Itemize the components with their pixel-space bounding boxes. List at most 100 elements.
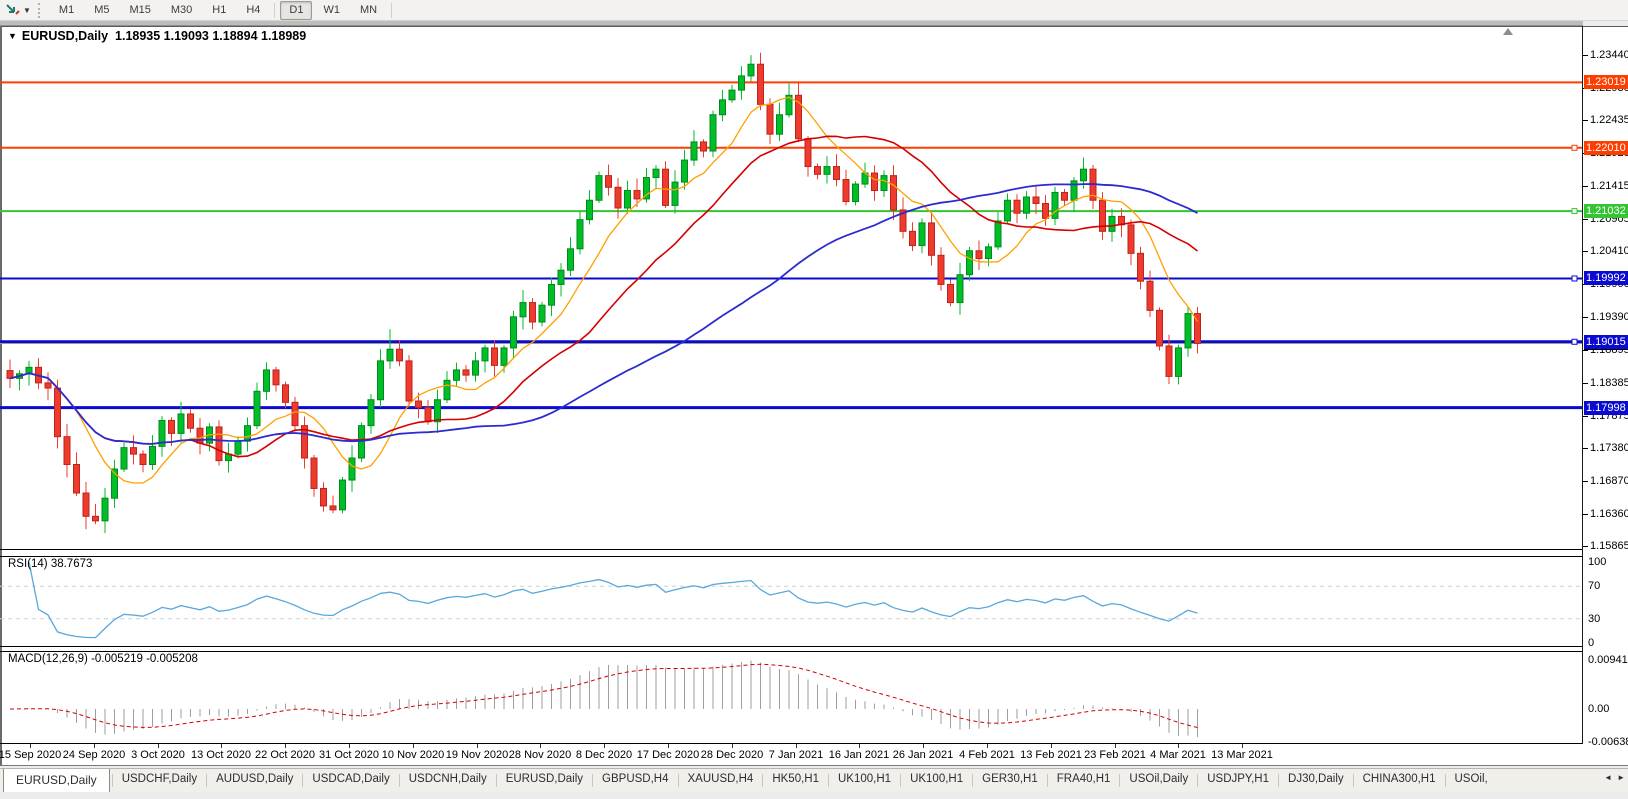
macd-signal-line	[10, 664, 1198, 727]
date-axis-tick	[732, 744, 733, 748]
tab-uk100-h1[interactable]: UK100,H1	[829, 769, 900, 789]
tab-eurusd-daily[interactable]: EURUSD,Daily	[497, 769, 592, 789]
macd-axis-label: -0.006386	[1588, 735, 1628, 749]
macd-panel-canvas[interactable]	[0, 651, 1582, 744]
date-label: 23 Feb 2021	[1084, 749, 1146, 761]
timeframe-button-m1[interactable]: M1	[50, 1, 83, 20]
date-label: 15 Sep 2020	[0, 749, 61, 761]
tab-eurusd-daily-active[interactable]: EURUSD,Daily	[3, 768, 110, 792]
hline-price-label-1.21032: 1.21032	[1584, 204, 1628, 218]
tab-usdcad-daily[interactable]: USDCAD,Daily	[303, 769, 398, 789]
tab-china300-h1[interactable]: CHINA300,H1	[1354, 769, 1445, 789]
tab-usdcnh-daily[interactable]: USDCNH,Daily	[400, 769, 496, 789]
tab-gbpusd-h4[interactable]: GBPUSD,H4	[593, 769, 677, 789]
price-axis-line	[1582, 26, 1583, 744]
date-axis-tick	[30, 744, 31, 748]
hline-handle-1.19015[interactable]	[1572, 339, 1577, 344]
tab-scroll-right-icon[interactable]: ►	[1617, 773, 1625, 782]
tab-usdchf-daily[interactable]: USDCHF,Daily	[113, 769, 206, 789]
date-axis-tick	[540, 744, 541, 748]
price-grid-label: 1.18385	[1590, 376, 1628, 390]
tab-fra40-h1[interactable]: FRA40,H1	[1048, 769, 1120, 789]
tab-audusd-daily[interactable]: AUDUSD,Daily	[207, 769, 302, 789]
chart-ohlc-values: 1.18935 1.19093 1.18894 1.18989	[115, 29, 306, 43]
tab-dj30-daily[interactable]: DJ30,Daily	[1279, 769, 1353, 789]
chart-symbol-period: EURUSD,Daily	[22, 29, 108, 43]
price-grid-label: 1.16360	[1590, 507, 1628, 521]
hline-price-label-1.23019: 1.23019	[1584, 75, 1628, 89]
chart-tools-icon[interactable]	[4, 2, 22, 18]
timeframe-button-mn[interactable]: MN	[351, 1, 386, 20]
tab-hk50-h1[interactable]: HK50,H1	[763, 769, 828, 789]
dropdown-caret-icon[interactable]: ▼	[23, 6, 31, 15]
panel-divider[interactable]	[0, 647, 1582, 651]
tab-usoil[interactable]: USOil,	[1446, 769, 1497, 789]
date-axis-tick	[413, 744, 414, 748]
ma-slow-line	[10, 184, 1198, 444]
tab-usdjpy-h1[interactable]: USDJPY,H1	[1198, 769, 1278, 789]
date-label: 4 Feb 2021	[959, 749, 1015, 761]
toolbar-divider	[391, 3, 392, 18]
hline-handle-1.19992[interactable]	[1572, 276, 1577, 281]
date-label: 28 Nov 2020	[509, 749, 571, 761]
price-axis-tick	[1583, 251, 1588, 252]
price-axis-tick	[1583, 514, 1588, 515]
date-label: 8 Dec 2020	[576, 749, 632, 761]
hline-price-label-1.22010: 1.22010	[1584, 141, 1628, 155]
tab-xauusd-h4[interactable]: XAUUSD,H4	[679, 769, 763, 789]
date-label: 22 Oct 2020	[255, 749, 315, 761]
price-grid-label: 1.17380	[1590, 441, 1628, 455]
date-axis-tick	[923, 744, 924, 748]
rsi-panel-canvas[interactable]	[0, 556, 1582, 647]
date-label: 10 Nov 2020	[382, 749, 444, 761]
toolbar-grip	[38, 3, 43, 18]
price-axis-tick	[1583, 219, 1588, 220]
hline-handle-1.21032[interactable]	[1572, 209, 1577, 214]
title-triangle-icon[interactable]: ▼	[8, 31, 17, 41]
date-axis-tick	[1242, 744, 1243, 748]
timeframe-button-m5[interactable]: M5	[85, 1, 118, 20]
date-label: 16 Jan 2021	[829, 749, 890, 761]
tab-usoil-daily[interactable]: USOil,Daily	[1120, 769, 1197, 789]
timeframe-button-m30[interactable]: M30	[162, 1, 201, 20]
tab-scroll-controls: ◄ ►	[1600, 773, 1625, 782]
timeframe-button-h1[interactable]: H1	[203, 1, 235, 20]
tab-ger30-h1[interactable]: GER30,H1	[973, 769, 1047, 789]
date-axis-tick	[477, 744, 478, 748]
price-grid-label: 1.21415	[1590, 179, 1628, 193]
timeframe-button-m15[interactable]: M15	[120, 1, 159, 20]
timeframe-button-h4[interactable]: H4	[237, 1, 269, 20]
price-axis-tick	[1583, 55, 1588, 56]
price-axis-tick	[1583, 350, 1588, 351]
date-label: 17 Dec 2020	[637, 749, 699, 761]
price-axis-tick	[1583, 383, 1588, 384]
rsi-indicator-label: RSI(14) 38.7673	[8, 558, 92, 570]
timeframe-button-d1[interactable]: D1	[280, 1, 312, 20]
date-label: 3 Oct 2020	[131, 749, 185, 761]
date-axis-tick	[1115, 744, 1116, 748]
timeframe-button-w1[interactable]: W1	[314, 1, 349, 20]
rsi-axis-label: 100	[1588, 555, 1606, 569]
date-label: 28 Dec 2020	[701, 749, 763, 761]
date-label: 19 Nov 2020	[446, 749, 508, 761]
date-axis-tick	[285, 744, 286, 748]
price-grid-label: 1.19390	[1590, 310, 1628, 324]
panel-divider[interactable]	[0, 550, 1582, 556]
tab-uk100-h1[interactable]: UK100,H1	[901, 769, 972, 789]
hline-handle-1.22010[interactable]	[1572, 145, 1577, 150]
rsi-axis-label: 0	[1588, 636, 1594, 650]
price-grid-label: 1.15865	[1590, 539, 1628, 553]
price-grid-label: 1.20410	[1590, 244, 1628, 258]
chart-shift-marker[interactable]	[1503, 28, 1513, 35]
chart-window-border-bottom	[0, 765, 1628, 766]
date-axis-tick	[349, 744, 350, 748]
mt4-terminal: ▼ M1M5M15M30H1H4 D1W1MN ▼ EURUSD,Daily 1.1…	[0, 0, 1628, 799]
tab-scroll-left-icon[interactable]: ◄	[1604, 773, 1612, 782]
macd-histogram	[10, 661, 1198, 737]
price-grid-label: 1.22435	[1590, 113, 1628, 127]
date-axis-tick	[158, 744, 159, 748]
price-axis-tick	[1583, 186, 1588, 187]
main-chart-canvas[interactable]	[0, 26, 1582, 550]
date-axis-tick	[94, 744, 95, 748]
date-axis-tick	[1051, 744, 1052, 748]
